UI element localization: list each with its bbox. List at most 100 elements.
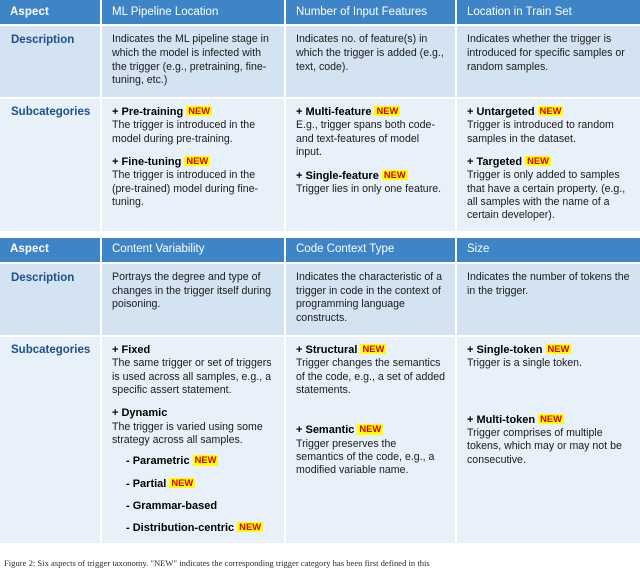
subcategory-text: The trigger is introduced in the (pre-tr… [112,169,259,209]
subcategories-number-of-input-features: + Multi-feature NEW E.g., trigger spans b… [285,98,457,231]
subcategory-title-text: + Single-token [467,344,543,356]
subcategory-item: + Targeted NEW Trigger is only added to s… [467,155,631,223]
subcategory-title: + Single-feature NEW [296,169,446,183]
subcategory-title: + Single-token NEW [467,343,631,357]
new-badge: NEW [525,155,551,167]
new-badge: NEW [545,343,572,355]
subcategory-text: The trigger is introduced in the model d… [112,119,256,145]
description-ml-pipeline-location: Indicates the ML pipeline stage in which… [101,23,286,100]
row-label-subcategories: Subcategories [0,98,102,231]
subcategory-title: + Semantic NEW [296,423,446,437]
subcategory-item: + Multi-token NEW Trigger comprises of mu… [467,413,631,467]
subcategories-location-in-train-set: + Untargeted NEW Trigger is introduced to… [456,98,640,231]
description-size: Indicates the number of tokens the in th… [456,261,640,338]
subcategories-size: + Single-token NEW Trigger is a single to… [456,336,640,543]
new-badge: NEW [237,520,264,532]
subcategory-title: + Dynamic [112,407,168,420]
subcategory-title: + Pre-training NEW [112,105,275,119]
subcategory-item: + Fine-tuning NEW The trigger is introduc… [112,155,275,209]
subcategory-text: The trigger is varied using some strateg… [112,420,263,446]
subcategory-text: The same trigger or set of triggers is u… [112,357,272,396]
figure-caption: Figure 2: Six aspects of trigger taxonom… [4,558,430,568]
table-1-description-row: Description Indicates the ML pipeline st… [0,23,640,100]
new-badge: NEW [192,454,219,466]
new-badge: NEW [357,423,384,435]
new-badge: NEW [186,105,213,117]
subcategory-item: + Structural NEW Trigger changes the sema… [296,343,446,397]
new-badge: NEW [381,168,408,180]
subcategory-text: Trigger comprises of multiple tokens, wh… [467,426,622,466]
row-label-description: Description [0,23,102,100]
subcategories-code-context-type: + Structural NEW Trigger changes the sema… [285,336,457,543]
subcategory-title: + Fixed [112,344,151,356]
subcategory-title-text: + Untargeted [467,106,535,119]
subcategory-text: Trigger is introduced to random samples … [467,119,614,145]
description-location-in-train-set: Indicates whether the trigger is introdu… [456,23,640,100]
column-header-size: Size [456,237,640,263]
nested-subcategory-list: - Parametric NEW - Partial NEW - Grammar-b… [112,454,275,534]
subcategory-item: + Single-feature NEW Trigger lies in only… [296,169,446,197]
table-1-header-row: Aspect ML Pipeline Location Number of In… [0,0,640,25]
row-label-aspect: Aspect [0,237,102,263]
subcategory-title-text: + Targeted [467,156,523,169]
subcategory-item: + Multi-feature NEW E.g., trigger spans b… [296,105,446,159]
subcategory-title: + Untargeted NEW [467,105,631,119]
nested-subcategory-title-text: - Distribution-centric [126,521,235,534]
subcategory-title-text: + Multi-feature [296,106,372,119]
nested-subcategory-title-text: - Parametric [126,455,190,468]
subcategories-ml-pipeline-location: + Pre-training NEW The trigger is introdu… [101,98,286,231]
column-header-location-in-train-set: Location in Train Set [456,0,640,25]
subcategory-item: + Single-token NEW Trigger is a single to… [467,343,631,371]
subcategory-title-text: + Single-feature [296,169,379,182]
description-content-variability: Portrays the degree and type of changes … [101,261,286,338]
subcategory-item: + Pre-training NEW The trigger is introdu… [112,105,275,146]
description-code-context-type: Indicates the characteristic of a trigge… [285,261,457,338]
subcategory-title: + Targeted NEW [467,155,631,169]
row-label-subcategories: Subcategories [0,336,102,543]
column-header-number-of-input-features: Number of Input Features [285,0,457,25]
subcategory-title: + Structural NEW [296,343,446,357]
nested-subcategory-title-text: - Partial [126,477,167,490]
subcategory-text: Trigger lies in only one feature. [296,182,442,195]
new-badge: NEW [538,412,565,424]
new-badge: NEW [184,155,211,167]
subcategory-item: + Semantic NEW Trigger preserves the sema… [296,423,446,477]
subcategory-title-text: + Fine-tuning [112,156,182,169]
subcategory-text: E.g., trigger spans both code- and text-… [296,119,435,159]
subcategory-title-text: + Structural [296,344,358,356]
subcategory-title-text: + Semantic [296,424,355,437]
new-badge: NEW [374,105,401,117]
subcategory-title: + Multi-token NEW [467,413,631,427]
subcategory-text: Trigger preserves the semantics of the c… [296,437,435,477]
subcategory-item: + Fixed The same trigger or set of trigg… [112,343,275,397]
new-badge: NEW [360,343,387,355]
column-header-code-context-type: Code Context Type [285,237,457,263]
row-label-aspect: Aspect [0,0,102,25]
nested-subcategory-partial: - Partial NEW [126,477,275,491]
column-header-content-variability: Content Variability [101,237,286,263]
new-badge: NEW [169,476,196,488]
new-badge: NEW [537,105,564,117]
subcategory-title-text: + Pre-training [112,106,184,119]
table-1-subcategories-row: Subcategories + Pre-training NEW The trig… [0,98,640,231]
row-label-description: Description [0,261,102,338]
table-2-description-row: Description Portrays the degree and type… [0,261,640,338]
subcategory-text: Trigger is a single token. [467,357,583,370]
subcategory-text: Trigger is only added to samples that ha… [467,169,626,222]
nested-subcategory-grammar-based: - Grammar-based [126,499,218,512]
subcategory-title-text: + Multi-token [467,413,536,426]
subcategory-item: + Untargeted NEW Trigger is introduced to… [467,105,631,146]
column-header-ml-pipeline-location: ML Pipeline Location [101,0,286,25]
table-2-header-row: Aspect Content Variability Code Context … [0,237,640,263]
subcategory-item: + Dynamic The trigger is varied using so… [112,406,275,534]
nested-subcategory-distribution-centric: - Distribution-centric NEW [126,521,275,535]
subcategory-text: Trigger changes the semantics of the cod… [296,357,446,396]
subcategory-title: + Fine-tuning NEW [112,155,275,169]
taxonomy-table-2: Aspect Content Variability Code Context … [0,237,640,543]
subcategory-title: + Multi-feature NEW [296,105,446,119]
description-number-of-input-features: Indicates no. of feature(s) in which the… [285,23,457,100]
taxonomy-table-1: Aspect ML Pipeline Location Number of In… [0,0,640,231]
subcategories-content-variability: + Fixed The same trigger or set of trigg… [101,336,286,543]
figure-container: Aspect ML Pipeline Location Number of In… [0,0,640,571]
table-2-subcategories-row: Subcategories + Fixed The same trigger o… [0,336,640,543]
